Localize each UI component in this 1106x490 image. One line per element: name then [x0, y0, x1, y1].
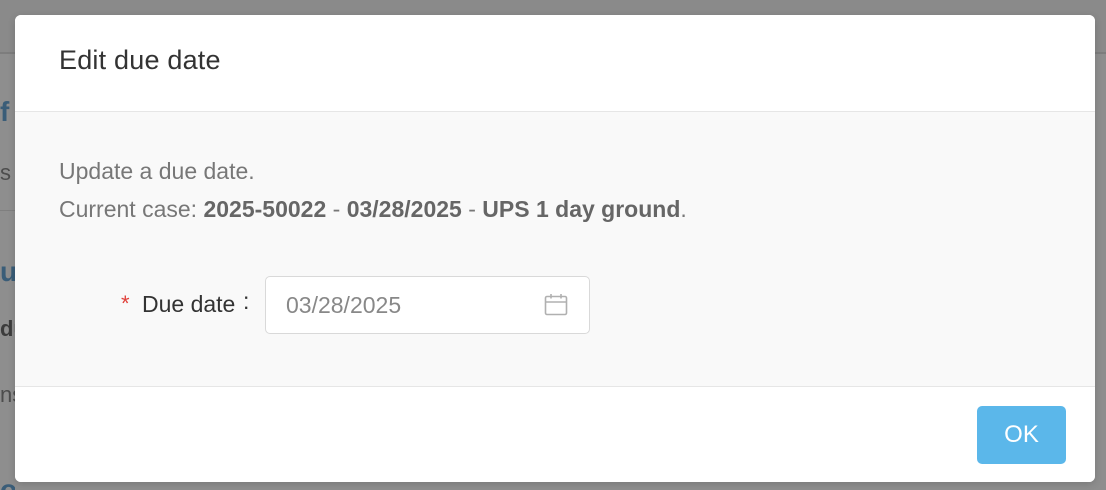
dialog-description: Update a due date.: [59, 158, 255, 184]
case-separator: -: [326, 196, 347, 222]
due-date-label: Due date: [142, 291, 236, 317]
background-text-fragment: s s: [0, 160, 15, 185]
due-date-picker[interactable]: [265, 276, 590, 334]
edit-due-date-dialog: Edit due date Update a due date. Current…: [15, 15, 1095, 482]
due-date-input[interactable]: [286, 289, 526, 321]
ok-button[interactable]: OK: [977, 406, 1066, 464]
dialog-body: Update a due date. Current case: 2025-50…: [15, 112, 1095, 387]
required-mark: *: [121, 291, 130, 316]
case-date: 03/28/2025: [346, 196, 462, 222]
case-separator: -: [461, 196, 483, 222]
background-heading-fragment: f: [0, 96, 10, 127]
case-trailing-period: .: [680, 196, 687, 222]
dialog-footer: OK: [15, 387, 1095, 482]
background-text-fragment: du: [0, 316, 15, 341]
case-id: 2025-50022: [203, 196, 327, 222]
due-date-form-row: * Due date :: [15, 276, 715, 334]
due-date-label-colon: :: [243, 288, 250, 314]
background-heading-fragment: u: [0, 256, 15, 287]
case-service: UPS 1 day ground: [482, 196, 681, 222]
calendar-icon[interactable]: [544, 293, 568, 317]
dialog-title: Edit due date: [59, 45, 221, 75]
current-case-line: Current case: 2025-50022 - 03/28/2025 - …: [59, 196, 687, 223]
current-case-prefix: Current case:: [59, 196, 204, 222]
background-text-fragment: ns: [0, 382, 15, 407]
dialog-header: Edit due date: [15, 15, 1095, 112]
background-heading-fragment: o: [0, 474, 15, 490]
